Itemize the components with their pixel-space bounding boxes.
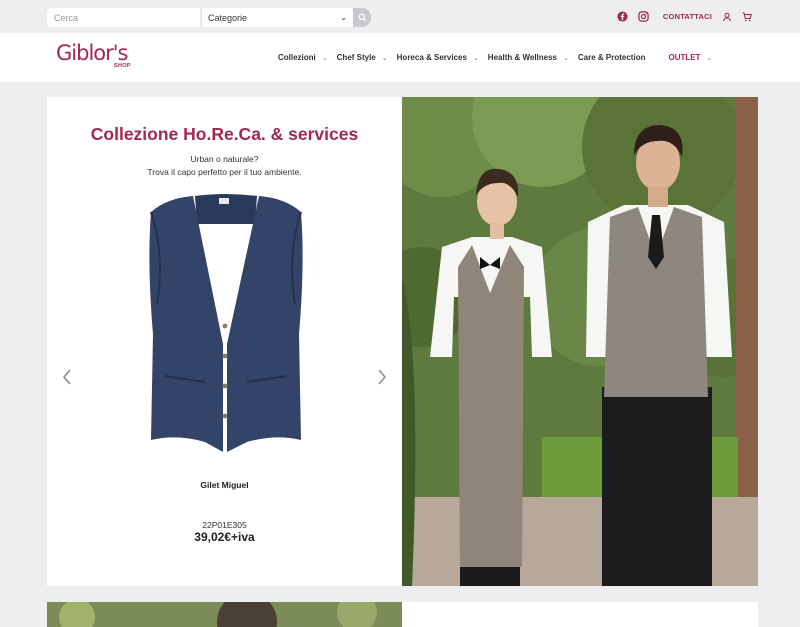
nav-item-label: Care & Protection — [577, 53, 646, 62]
category-select[interactable]: Categorie ⌄ — [201, 8, 353, 27]
search-input[interactable] — [47, 8, 200, 27]
nav-item-label: Health & Wellness — [487, 53, 558, 62]
nav-item-label: Horeca & Services — [396, 53, 467, 62]
promo-banner-panel — [402, 602, 758, 627]
nav-item-collezioni[interactable]: Collezioni ⌄ — [278, 53, 337, 62]
nav-item-label: Collezioni — [278, 53, 316, 62]
product-image[interactable] — [147, 194, 305, 459]
product-name[interactable]: Gilet Miguel — [47, 480, 402, 490]
facebook-icon[interactable] — [617, 11, 628, 22]
nav-item-outlet[interactable]: OUTLET ⌄ — [668, 53, 721, 62]
product-price: 39,02€+iva — [194, 530, 255, 544]
site-logo[interactable]: Giblor's SHOP — [56, 41, 131, 69]
nav-item-label: OUTLET — [668, 53, 701, 62]
contact-link[interactable]: CONTATTACI — [663, 12, 712, 21]
nav-item-health[interactable]: Health & Wellness ⌄ — [488, 53, 578, 62]
main-nav: Collezioni ⌄ Chef Style ⌄ Horeca & Servi… — [278, 53, 721, 62]
chevron-right-icon[interactable] — [375, 367, 389, 387]
chevron-down-icon: ⌄ — [706, 54, 713, 62]
models-photo — [402, 97, 758, 586]
hero-photo — [402, 97, 758, 586]
category-select-label: Categorie — [208, 12, 248, 23]
logo-subtext: SHOP — [114, 63, 131, 69]
nav-item-chef-style[interactable]: Chef Style ⌄ — [337, 53, 397, 62]
nav-item-horeca[interactable]: Horeca & Services ⌄ — [397, 53, 488, 62]
hero-title: Collezione Ho.Re.Ca. & services — [90, 124, 359, 144]
chevron-down-icon: ⌄ — [472, 54, 479, 62]
search-button[interactable] — [353, 8, 371, 27]
hero-subtitle-line: Urban o naturale? — [190, 154, 259, 164]
hero-subtitle-line: Trova il capo perfetto per il tuo ambien… — [147, 167, 302, 177]
cart-icon[interactable] — [742, 12, 752, 22]
chevron-down-icon: ⌄ — [340, 13, 347, 22]
user-icon[interactable] — [722, 12, 732, 22]
instagram-icon[interactable] — [638, 11, 649, 22]
product-code: 22P01E305 — [202, 520, 247, 530]
chevron-down-icon: ⌄ — [563, 54, 569, 62]
logo-text: Giblor's — [56, 41, 128, 65]
promo-banner-image[interactable] — [47, 602, 402, 627]
nav-item-care[interactable]: Care & Protection — [578, 53, 669, 62]
hero-subtitle: Urban o naturale? Trova il capo perfetto… — [47, 153, 402, 179]
chevron-down-icon: ⌄ — [321, 54, 328, 62]
nav-item-label: Chef Style — [336, 53, 376, 62]
search-icon — [357, 13, 367, 22]
chevron-down-icon: ⌄ — [381, 54, 388, 62]
banner-photo — [47, 602, 402, 627]
main-header: Giblor's SHOP Collezioni ⌄ Chef Style ⌄ … — [0, 33, 800, 82]
hero-product-panel: Collezione Ho.Re.Ca. & services Urban o … — [47, 97, 402, 586]
chevron-left-icon[interactable] — [60, 367, 74, 387]
top-bar: Categorie ⌄ CONTATTACI — [0, 0, 800, 33]
